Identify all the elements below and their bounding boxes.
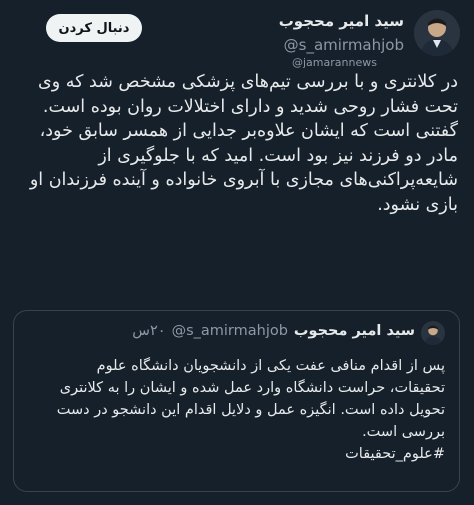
author-handle[interactable]: @s_amirmahjob bbox=[284, 36, 404, 54]
quoted-tweet[interactable]: سید امیر محجوب @s_amirmahjob ۲۰س پس از ا… bbox=[13, 310, 460, 492]
quoted-hashtag[interactable]: #علوم_تحقیقات bbox=[44, 443, 445, 465]
quoted-author-name: سید امیر محجوب bbox=[293, 323, 415, 339]
avatar[interactable] bbox=[414, 10, 460, 56]
watermark: @jamarannews bbox=[292, 56, 377, 69]
quoted-author-handle: @s_amirmahjob bbox=[171, 323, 288, 339]
quoted-avatar bbox=[421, 321, 445, 345]
tweet-body: در کلانتری و با بررسی تیم‌های پزشکی مشخص… bbox=[18, 70, 458, 217]
follow-button[interactable]: دنبال کردن bbox=[46, 14, 142, 42]
tweet-paragraph: گفتنی است که ایشان علاوه‌بر جدایی از همس… bbox=[29, 121, 458, 215]
author-name[interactable]: سید امیر محجوب bbox=[279, 12, 404, 30]
quoted-body: پس از اقدام منافی عفت یکی از دانشجویان د… bbox=[44, 355, 445, 465]
quoted-text: پس از اقدام منافی عفت یکی از دانشجویان د… bbox=[56, 358, 445, 440]
quoted-timestamp: ۲۰س bbox=[132, 323, 166, 339]
tweet-paragraph: در کلانتری و با بررسی تیم‌های پزشکی مشخص… bbox=[38, 72, 458, 117]
quoted-header: سید امیر محجوب @s_amirmahjob ۲۰س bbox=[132, 323, 415, 339]
